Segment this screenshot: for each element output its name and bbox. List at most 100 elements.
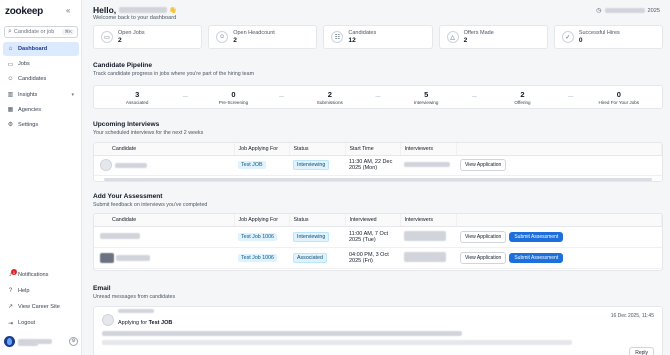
stage-label: Interviewing [413,99,439,105]
email-message[interactable]: Applying for Test JOB 16 Dec 2025, 11:45… [93,306,663,355]
briefcase-icon: ▭ [101,31,113,43]
briefcase-icon: ▭ [7,61,14,68]
email-subtitle: Unread messages from candidates [93,294,176,300]
sidebar-item-settings[interactable]: ⚙ Settings [3,118,79,132]
search-icon: ⌕ [8,28,12,35]
sidebar-item-label: Jobs [18,61,30,68]
candidate-name-redacted [116,254,150,261]
table-row[interactable]: Test Job 1006 Associated 04:00 PM, 3 Oct… [94,247,662,269]
stat-label: Offers Made [463,30,494,36]
job-tag[interactable]: Test Job 1006 [238,253,277,262]
pipeline-stage-submissions[interactable]: 2 Submissions [287,90,373,105]
stage-value: 0 [616,89,621,99]
sidebar-item-label: Candidates [18,76,47,83]
sidebar-item-agencies[interactable]: ▦ Agencies [3,103,79,117]
stat-label: Candidates [348,30,377,36]
submit-assessment-button[interactable]: Submit Assessment [509,252,564,263]
stage-separator: — [471,94,477,100]
email-prefix: Applying for [118,320,148,326]
assessment-table: Candidate Job Applying For Status Interv… [93,213,663,271]
job-tag[interactable]: Test JOB [238,161,266,169]
stage-label: Associated [125,99,149,105]
pipeline-stage-hired[interactable]: 0 Hired For Your Jobs [576,90,662,105]
search-placeholder: Candidate or job [13,29,55,35]
column-header [456,214,662,227]
column-header: Start Time [345,143,401,156]
pipeline-stage-associated[interactable]: 3 Associated [94,90,180,105]
column-header: Interviewers [400,143,457,156]
stage-separator: — [279,94,285,100]
wave-icon: 👋 [169,7,177,14]
assessment-subtitle: Submit feedback on interviews you've com… [93,202,208,208]
stage-value: 3 [135,89,140,99]
sidebar-item-label: Agencies [18,106,42,113]
upcoming-interviews-table: Candidate Job Applying For Status Start … [93,142,663,182]
sidebar-item-insights[interactable]: ▥ Insights ▾ [3,88,79,102]
stat-card-successful-hires[interactable]: ✓ Successful Hires 0 [553,25,664,49]
stage-label: Offering [514,99,531,105]
stage-label: Hired For Your Jobs [598,99,640,105]
email-body-redacted [102,340,572,345]
submit-assessment-button[interactable]: Submit Assessment [509,231,564,242]
hello-text: Hello, [93,5,117,15]
candidate-avatar-redacted [100,252,114,263]
table-row[interactable]: Test Job 1006 Interviewing 11:00 AM, 7 O… [94,226,662,248]
user-email-redacted [18,343,38,346]
job-tag[interactable]: Test Job 1006 [238,232,277,241]
stage-value: 5 [424,89,429,99]
sidebar-item-notifications[interactable]: ♪ 1 Notifications [3,267,79,282]
column-header: Status [289,143,346,156]
status-badge: Interviewing [293,160,330,170]
table-header: Candidate Job Applying For Status Interv… [94,214,662,227]
avatar [4,335,15,347]
stat-card-open-headcount[interactable]: ☺ Open Headcount 2 [208,25,318,49]
sidebar-item-candidates[interactable]: ☺ Candidates [3,72,79,86]
user-settings-icon[interactable]: ⚙ [69,336,78,346]
user-menu[interactable]: ⚙ [4,334,78,348]
main-content: Hello, 👋 Welcome back to your dashboard … [82,0,670,355]
sidebar-item-label: Notifications [18,271,49,278]
sidebar-item-jobs[interactable]: ▭ Jobs [3,57,79,71]
stage-separator: — [568,94,574,100]
view-application-button[interactable]: View Application [460,159,507,171]
column-header: Interviewed [345,214,401,227]
pipeline-stage-pre-screening[interactable]: 0 Pre-Screening [190,90,276,105]
users-icon: ☷ [331,31,344,43]
pipeline-stage-interviewing[interactable]: 5 Interviewing [383,90,469,105]
sidebar-item-label: Insights [18,91,38,98]
sidebar-item-help[interactable]: ? Help [3,283,79,298]
column-header: Status [289,214,346,227]
app-logo[interactable]: zookeep [5,6,43,17]
status-badge: Interviewing [293,231,330,242]
horizontal-scrollbar[interactable] [104,177,652,181]
sidebar-item-label: Help [18,287,30,294]
sidebar-item-logout[interactable]: ⇥ Logout [3,316,79,331]
search-input[interactable]: ⌕ Candidate or job ⌘K [4,26,78,38]
stage-value: 2 [520,89,525,99]
column-header: Job Applying For [234,214,290,227]
stat-card-candidates[interactable]: ☷ Candidates 12 [323,25,433,49]
pipeline-stage-offering[interactable]: 2 Offering [479,90,565,105]
stage-separator: — [375,94,381,100]
reply-button[interactable]: Reply [629,347,654,355]
column-header: Candidate [94,214,235,227]
user-icon: ☺ [216,31,229,43]
status-badge: Associated [293,252,327,263]
email-body-redacted [102,331,462,336]
view-application-button[interactable]: View Application [460,251,507,264]
column-header: Interviewers [400,214,457,227]
sidebar-item-career-site[interactable]: ↗ View Career Site [3,299,79,314]
sidebar-item-dashboard[interactable]: ⌂ Dashboard [3,42,79,56]
stage-label: Submissions [316,99,343,105]
stat-value: 2 [233,37,237,44]
pipeline-subtitle: Track candidate progress in jobs where y… [93,71,254,77]
stage-separator: — [182,94,188,100]
stat-card-open-jobs[interactable]: ▭ Open Jobs 2 [93,25,203,49]
view-application-button[interactable]: View Application [460,230,507,243]
sidebar: zookeep « ⌕ Candidate or job ⌘K ⌂ Dashbo… [0,0,82,355]
search-shortcut: ⌘K [62,29,74,35]
table-row[interactable]: Test JOB Interviewing 11:30 AM, 22 Dec 20… [94,155,662,176]
sidebar-nav: ⌂ Dashboard ▭ Jobs ☺ Candidates ▥ Insigh… [3,42,79,133]
collapse-sidebar-icon[interactable]: « [66,6,70,15]
stat-card-offers-made[interactable]: △ Offers Made 2 [438,25,548,49]
